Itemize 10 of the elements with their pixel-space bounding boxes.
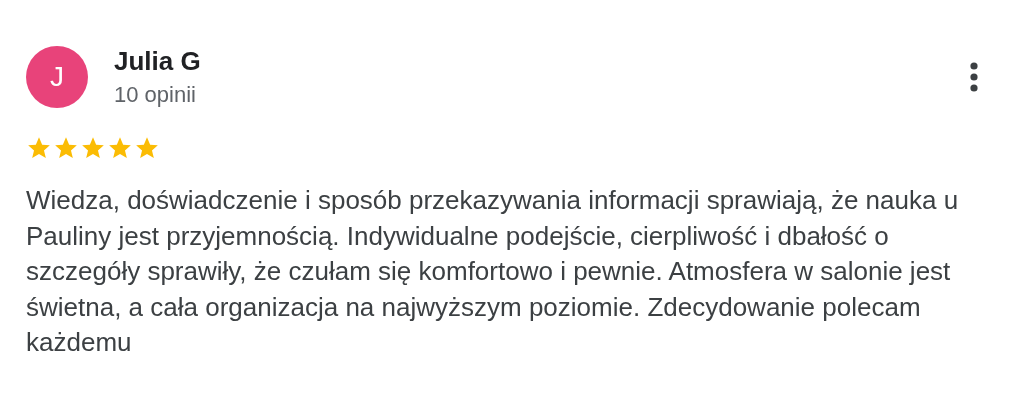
- author-name[interactable]: Julia G: [114, 46, 201, 77]
- star-icon: [53, 135, 79, 161]
- avatar: J: [26, 46, 88, 108]
- star-icon: [80, 135, 106, 161]
- star-icon: [134, 135, 160, 161]
- review-count[interactable]: 10 opinii: [114, 81, 201, 109]
- star-icon: [107, 135, 133, 161]
- more-options-icon[interactable]: [970, 62, 978, 92]
- star-icon: [26, 135, 52, 161]
- review-text: Wiedza, doświadczenie i sposób przekazywania informacji sprawiają, że nauka u Pauliny jest przyjemnością. Indywidualne podejście, cierpliwość i dbałość o szczegóły sprawiły, że czułam się komfortowo i pewnie. Atmosfera w salonie jest świetna, a cała organizacja na najwyższym poziomie. Zdecydowanie polecam każdemu: [26, 184, 960, 359]
